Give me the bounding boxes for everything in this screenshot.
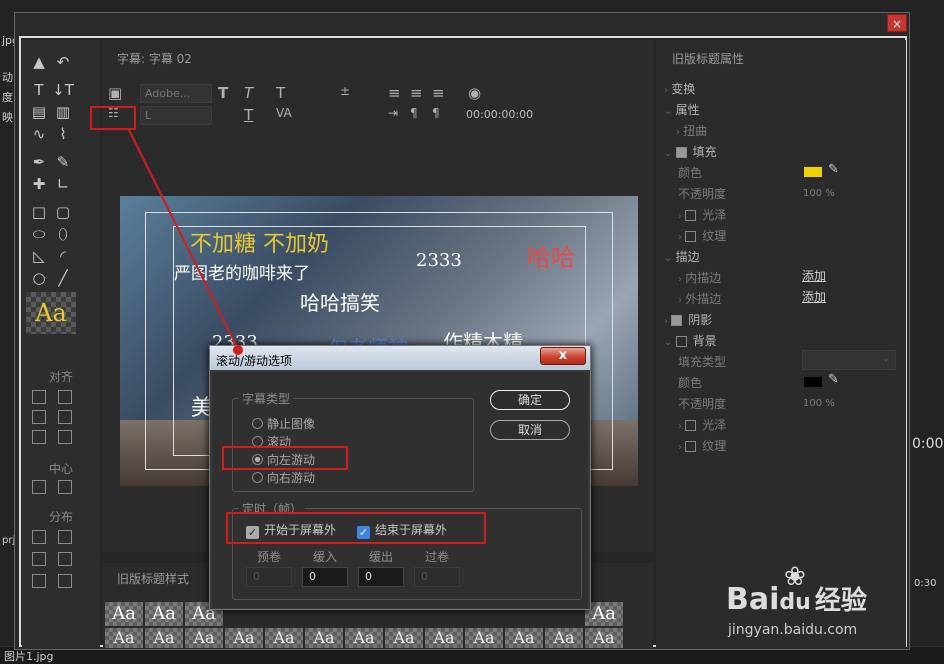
watermark-brand: Baidu 经验 bbox=[726, 582, 867, 617]
baidu-watermark: ❀ Baidu 经验 jingyan.baidu.com bbox=[722, 562, 912, 646]
watermark-url: jingyan.baidu.com bbox=[728, 622, 858, 638]
annotation-arrow-dot bbox=[233, 345, 243, 355]
annotation-arrow-line bbox=[127, 127, 237, 346]
